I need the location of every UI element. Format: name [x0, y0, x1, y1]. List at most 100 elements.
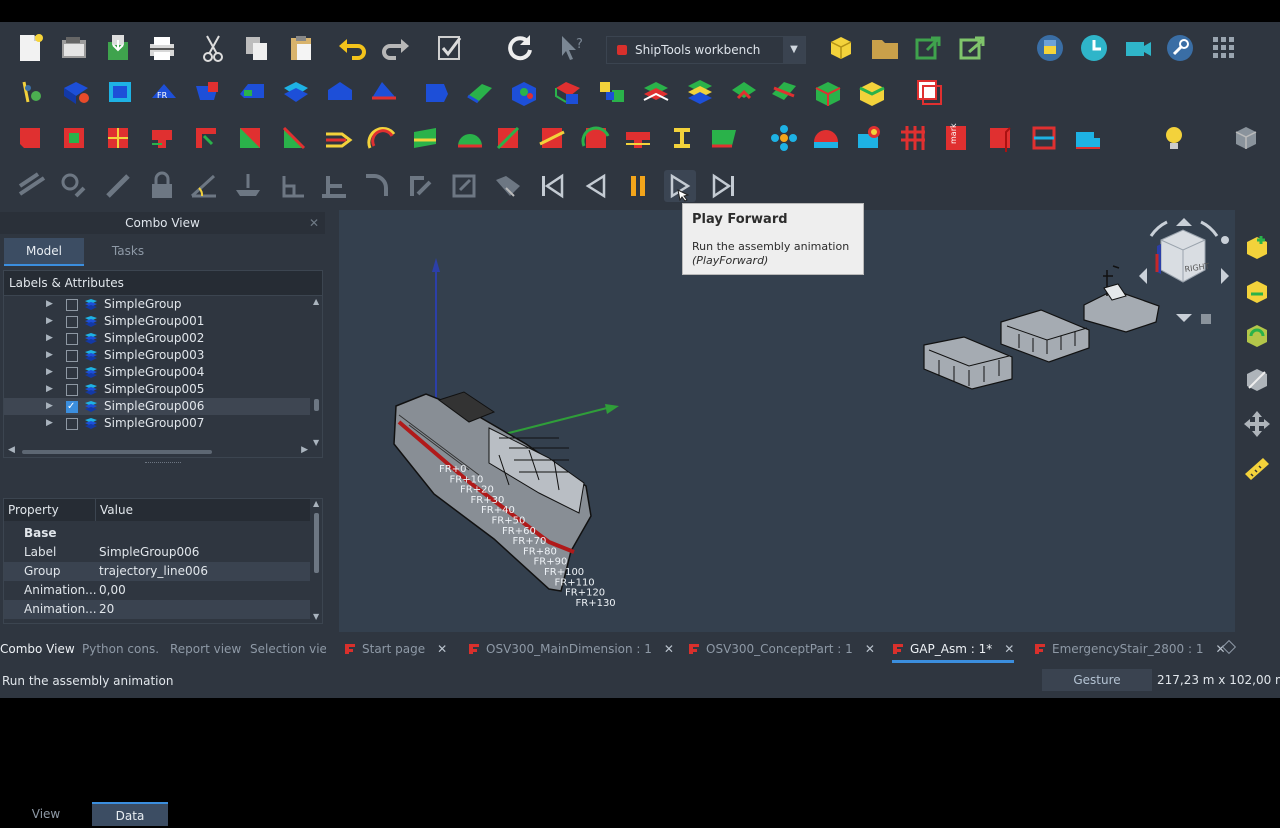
- chevron-right-icon[interactable]: ▶: [46, 313, 53, 330]
- chevron-right-icon[interactable]: ▶: [46, 398, 53, 415]
- add-part-icon[interactable]: [1241, 232, 1273, 264]
- visibility-checkbox[interactable]: [66, 418, 78, 430]
- tab-view[interactable]: View: [4, 802, 88, 826]
- lightbulb-icon[interactable]: [1158, 122, 1190, 154]
- workbench-selector[interactable]: ShipTools workbench ▼: [606, 36, 806, 64]
- ship-points-icon[interactable]: [16, 76, 48, 108]
- ship-tank-icon[interactable]: [552, 76, 584, 108]
- first-frame-button[interactable]: [536, 170, 568, 202]
- copy-icon[interactable]: [241, 32, 273, 64]
- tree-item[interactable]: ▶ SimpleGroup007: [4, 415, 310, 432]
- profile-i-beam-icon[interactable]: [666, 122, 698, 154]
- profile-bar-icon[interactable]: [410, 122, 442, 154]
- python-icon[interactable]: [1034, 32, 1066, 64]
- play-forward-button[interactable]: [664, 170, 696, 202]
- profile-cut-icon[interactable]: [536, 122, 568, 154]
- tree-vertical-scrollbar[interactable]: ▲ ▼: [312, 297, 320, 447]
- solve-constraint-icon[interactable]: [492, 170, 524, 202]
- dome-icon[interactable]: [810, 122, 842, 154]
- close-tab-icon[interactable]: ✕: [1004, 642, 1014, 656]
- addon-grid-icon[interactable]: [1208, 32, 1240, 64]
- grid-frame-icon[interactable]: [897, 122, 929, 154]
- tab-tasks[interactable]: Tasks: [88, 238, 168, 264]
- tab-selection-view[interactable]: Selection view: [250, 636, 326, 662]
- recompute-check-icon[interactable]: [434, 32, 466, 64]
- profile-grid-icon[interactable]: [102, 122, 134, 154]
- plane-constraint-icon[interactable]: [232, 170, 264, 202]
- close-tab-icon[interactable]: ✕: [437, 642, 447, 656]
- angle-constraint-icon[interactable]: [188, 170, 220, 202]
- property-scrollbar[interactable]: ▲ ▼: [312, 499, 320, 621]
- property-row[interactable]: Animation... 0,00: [4, 581, 310, 600]
- ship-split-icon[interactable]: [768, 76, 800, 108]
- document-tab[interactable]: Start page ✕: [344, 636, 447, 662]
- profile-l-icon[interactable]: [190, 122, 222, 154]
- edit-constraint-icon[interactable]: [404, 170, 436, 202]
- ship-plate-icon[interactable]: [464, 76, 496, 108]
- gear-move-icon[interactable]: [58, 170, 90, 202]
- frame-constraint-icon[interactable]: [448, 170, 480, 202]
- property-row[interactable]: Label SimpleGroup006: [4, 543, 310, 562]
- visibility-checkbox[interactable]: [66, 299, 78, 311]
- move-arrows-icon[interactable]: [1241, 408, 1273, 440]
- document-tab[interactable]: OSV300_ConceptPart : 1 ✕: [688, 636, 875, 662]
- align-icon[interactable]: [102, 170, 134, 202]
- flower-icon[interactable]: [768, 122, 800, 154]
- chevron-right-icon[interactable]: ▶: [46, 364, 53, 381]
- link-icon[interactable]: [913, 32, 945, 64]
- profile-flange-icon[interactable]: [622, 122, 654, 154]
- ship-layers-icon[interactable]: [684, 76, 716, 108]
- tree-item[interactable]: ▶ SimpleGroup004: [4, 364, 310, 381]
- ship-box-yellow-icon[interactable]: [856, 76, 888, 108]
- visibility-checkbox[interactable]: [66, 316, 78, 328]
- open-file-icon[interactable]: [58, 32, 90, 64]
- play-backward-button[interactable]: [580, 170, 612, 202]
- red-plate-icon[interactable]: [984, 122, 1016, 154]
- redo-icon[interactable]: [380, 32, 412, 64]
- paste-icon[interactable]: [285, 32, 317, 64]
- close-tab-icon[interactable]: ✕: [865, 642, 875, 656]
- chevron-right-icon[interactable]: ▶: [46, 296, 53, 313]
- tree-item[interactable]: ▶ SimpleGroup005: [4, 381, 310, 398]
- pause-button[interactable]: [622, 170, 654, 202]
- profile-tri-icon[interactable]: [234, 122, 266, 154]
- tree-item[interactable]: ▶ SimpleGroup006: [4, 398, 310, 415]
- property-value[interactable]: SimpleGroup006: [99, 543, 199, 562]
- profile-square-icon[interactable]: [58, 122, 90, 154]
- fix-constraint-icon[interactable]: [318, 170, 350, 202]
- tab-combo-view[interactable]: Combo View: [0, 636, 75, 662]
- lock-constraint-icon[interactable]: [146, 170, 178, 202]
- ship-block-icon[interactable]: [60, 76, 92, 108]
- profile-curve-icon[interactable]: [322, 122, 354, 154]
- ship-box-green-icon[interactable]: [812, 76, 844, 108]
- part-icon[interactable]: [825, 32, 857, 64]
- profile-sheet-icon[interactable]: [708, 122, 740, 154]
- ship-layer-icon[interactable]: [640, 76, 672, 108]
- cyan-plate-icon[interactable]: [1072, 122, 1104, 154]
- profile-flat-icon[interactable]: [14, 122, 46, 154]
- explode-icon[interactable]: [854, 122, 886, 154]
- chevron-right-icon[interactable]: ▶: [46, 415, 53, 432]
- visibility-checkbox[interactable]: [66, 367, 78, 379]
- ship-hull-icon[interactable]: [192, 76, 224, 108]
- gray-cube-icon[interactable]: [1230, 122, 1262, 154]
- profile-dome-icon[interactable]: [454, 122, 486, 154]
- profile-t-icon[interactable]: [146, 122, 178, 154]
- chevron-right-icon[interactable]: ▶: [46, 347, 53, 364]
- whats-this-icon[interactable]: ?: [556, 32, 588, 64]
- navigation-style-button[interactable]: Gesture: [1042, 669, 1152, 691]
- tree-item[interactable]: ▶ SimpleGroup003: [4, 347, 310, 364]
- ship-bow-icon[interactable]: [368, 76, 400, 108]
- property-value[interactable]: 20: [99, 600, 114, 619]
- document-tab[interactable]: GAP_Asm : 1* ✕: [892, 636, 1015, 663]
- profile-arc-icon[interactable]: [366, 122, 398, 154]
- last-frame-button[interactable]: [708, 170, 740, 202]
- ship-box-icon[interactable]: [104, 76, 136, 108]
- tree-horizontal-scrollbar[interactable]: ◀ ▶: [8, 445, 308, 455]
- print-icon[interactable]: [146, 32, 178, 64]
- profile-diag-icon[interactable]: [492, 122, 524, 154]
- close-tab-icon[interactable]: ✕: [664, 642, 674, 656]
- ship-section-icon[interactable]: [280, 76, 312, 108]
- tree-item[interactable]: ▶ SimpleGroup001: [4, 313, 310, 330]
- link-actions-icon[interactable]: [957, 32, 989, 64]
